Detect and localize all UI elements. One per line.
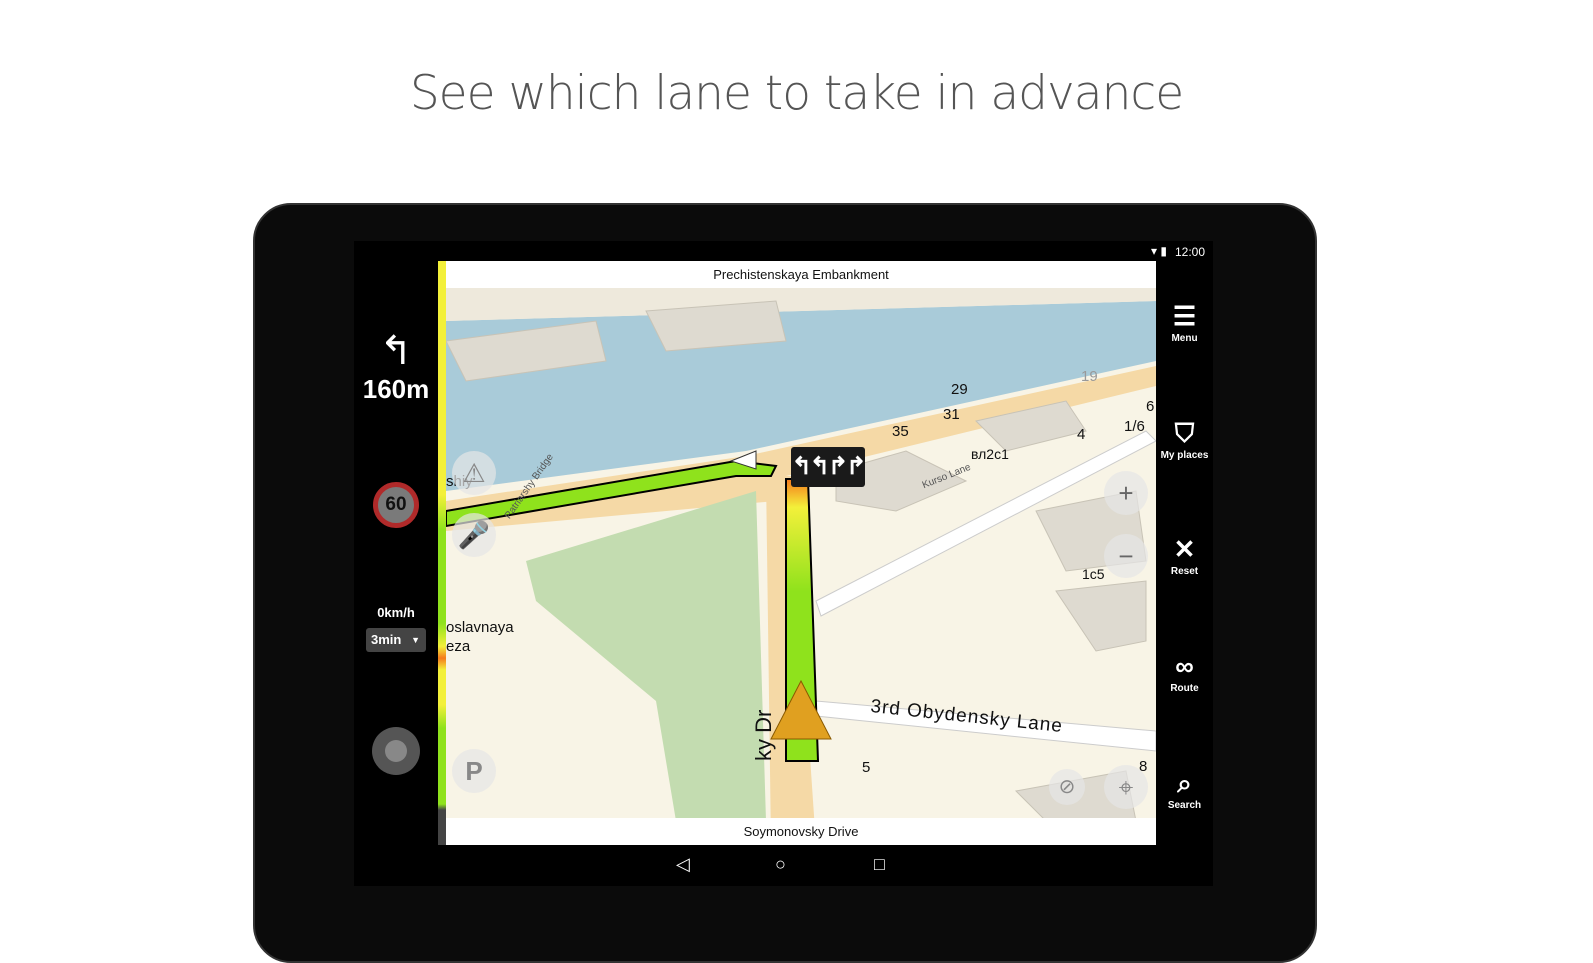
voice-search-button[interactable]: 🎤 (452, 513, 496, 557)
sound-toggle-button[interactable] (372, 727, 420, 775)
route-label: Route (1170, 683, 1199, 694)
close-icon: ✕ (1173, 534, 1196, 564)
turn-left-icon: ↰ (379, 329, 413, 373)
zoom-out-button[interactable]: − (1104, 534, 1148, 578)
compass-icon[interactable]: ⊘ (1049, 769, 1085, 805)
house-number: 29 (951, 381, 968, 398)
house-number: 1/6 (1124, 418, 1145, 435)
back-button[interactable]: ◁ (676, 854, 690, 875)
speed-limit-sign[interactable]: 60 (373, 482, 419, 528)
right-panel: ☰ Menu ⛉ My places ✕ Reset ∞ Route ⌕ Search (1156, 261, 1213, 845)
search-icon: ⌕ (1177, 768, 1192, 798)
house-number: 35 (892, 423, 909, 440)
search-button[interactable]: ⌕ Search (1156, 768, 1213, 811)
recents-button[interactable]: □ (874, 854, 885, 875)
menu-button[interactable]: ☰ Menu (1156, 301, 1213, 344)
eta-value: 3min (371, 632, 402, 647)
status-bar: ▾ ▮ 12:00 (354, 241, 1213, 261)
tablet-screen: ▾ ▮ 12:00 ↰ 160m 60 0km/h 3min ▼ Prechis… (354, 241, 1213, 886)
reset-label: Reset (1170, 566, 1199, 577)
map-view[interactable]: Prechistenskaya Embankment ↰↰↱↱ 29 31 35… (446, 261, 1156, 845)
report-incident-button[interactable]: ⚠ (452, 451, 496, 495)
parking-button[interactable]: P (452, 749, 496, 793)
status-time: 12:00 (1174, 245, 1205, 259)
zoom-in-button[interactable]: + (1104, 471, 1148, 515)
my-places-label: My places (1160, 450, 1209, 461)
house-number: 5 (862, 759, 871, 776)
search-label: Search (1167, 800, 1202, 811)
house-number: 4 (1077, 426, 1086, 443)
traffic-progress-bar (438, 261, 446, 845)
headline: See which lane to take in advance (409, 66, 1184, 121)
route-icon: ∞ (1175, 651, 1194, 681)
lane-guidance: ↰↰↱↱ (791, 447, 866, 487)
house-number: 1c5 (1082, 566, 1105, 582)
map-canvas (446, 261, 1156, 845)
next-street-label: Prechistenskaya Embankment (446, 261, 1156, 288)
menu-label: Menu (1171, 333, 1198, 344)
park (526, 491, 766, 821)
reset-button[interactable]: ✕ Reset (1156, 534, 1213, 577)
route-button[interactable]: ∞ Route (1156, 651, 1213, 694)
current-street-label: Soymonovsky Drive (446, 818, 1156, 845)
home-button[interactable]: ○ (775, 854, 786, 875)
house-number: 6 (1146, 398, 1155, 415)
locate-me-button[interactable]: ⌖ (1104, 765, 1148, 809)
left-panel: ↰ 160m 60 0km/h 3min ▼ (354, 261, 438, 845)
my-places-button[interactable]: ⛉ My places (1156, 418, 1213, 461)
street-name: oslavnaya (446, 619, 514, 636)
house-number: вл2с1 (971, 446, 1009, 462)
street-name: eza (446, 638, 471, 655)
current-speed: 0km/h (377, 605, 415, 620)
house-number: 31 (943, 406, 960, 423)
menu-icon: ☰ (1172, 301, 1197, 331)
house-number: 19 (1081, 368, 1098, 385)
bookmark-icon: ⛉ (1174, 418, 1195, 448)
maneuver-distance: 160m (362, 374, 430, 404)
android-nav-bar: ◁ ○ □ (354, 845, 1213, 886)
street-name: ky Dr (751, 709, 776, 761)
wifi-battery-icon: ▾ ▮ (1151, 244, 1167, 258)
eta-dropdown[interactable]: 3min ▼ (366, 628, 426, 652)
chevron-down-icon: ▼ (411, 635, 420, 645)
